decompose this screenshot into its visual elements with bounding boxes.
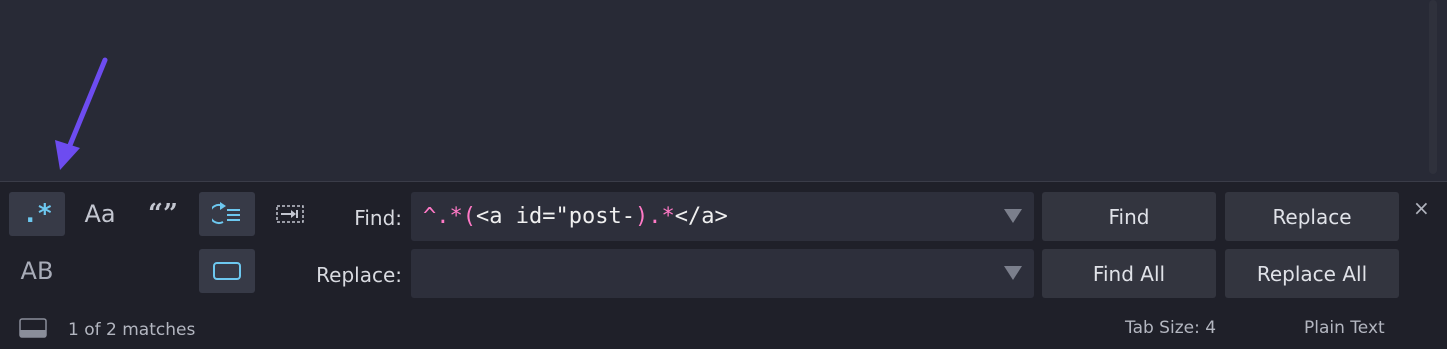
syntax-mode[interactable]: Plain Text xyxy=(1304,318,1385,338)
regex-literal: </a> xyxy=(674,204,728,229)
replace-label: Replace: xyxy=(316,263,402,287)
replace-button[interactable]: Replace xyxy=(1225,192,1399,241)
find-all-button[interactable]: Find All xyxy=(1042,249,1216,298)
find-label: Find: xyxy=(354,206,402,230)
case-icon: Aa xyxy=(84,200,116,228)
match-count: 1 of 2 matches xyxy=(68,320,196,340)
regex-operator: ( xyxy=(462,204,476,229)
tab-size[interactable]: Tab Size: 4 xyxy=(1125,318,1216,338)
wrap-icon xyxy=(212,202,240,224)
panel-toggle-icon[interactable] xyxy=(19,318,47,338)
preserve-case-icon: AB xyxy=(20,257,54,285)
preserve-case-toggle[interactable]: AB xyxy=(9,249,65,293)
case-sensitive-toggle[interactable]: Aa xyxy=(72,192,128,236)
close-icon[interactable]: × xyxy=(1413,196,1430,220)
editor-scrollbar[interactable] xyxy=(1429,0,1437,174)
regex-toggle[interactable]: .* xyxy=(9,192,65,236)
whole-word-toggle[interactable]: “” xyxy=(135,192,191,236)
find-input-value: ^.*(<a id="post-).*</a> xyxy=(411,204,728,229)
find-button[interactable]: Find xyxy=(1042,192,1216,241)
editor-area[interactable] xyxy=(0,0,1447,181)
regex-operator: .* xyxy=(436,204,463,229)
find-input[interactable]: ^.*(<a id="post-).*</a> xyxy=(411,192,1034,241)
regex-literal: <a id="post- xyxy=(476,204,635,229)
highlight-matches-icon xyxy=(213,262,241,280)
regex-operator: .* xyxy=(648,204,675,229)
wrap-toggle[interactable] xyxy=(199,192,255,236)
in-selection-toggle[interactable] xyxy=(262,192,318,236)
in-selection-icon xyxy=(276,205,304,223)
replace-input[interactable] xyxy=(411,249,1034,298)
annotation-arrow xyxy=(55,57,108,170)
replace-history-dropdown-icon[interactable] xyxy=(1004,266,1022,280)
regex-icon: .* xyxy=(22,199,52,229)
quote-icon: “” xyxy=(148,199,178,229)
find-history-dropdown-icon[interactable] xyxy=(1004,209,1022,223)
highlight-matches-toggle[interactable] xyxy=(199,249,255,293)
regex-operator: ) xyxy=(634,204,649,229)
regex-operator: ^ xyxy=(423,204,437,229)
replace-all-button[interactable]: Replace All xyxy=(1225,249,1399,298)
